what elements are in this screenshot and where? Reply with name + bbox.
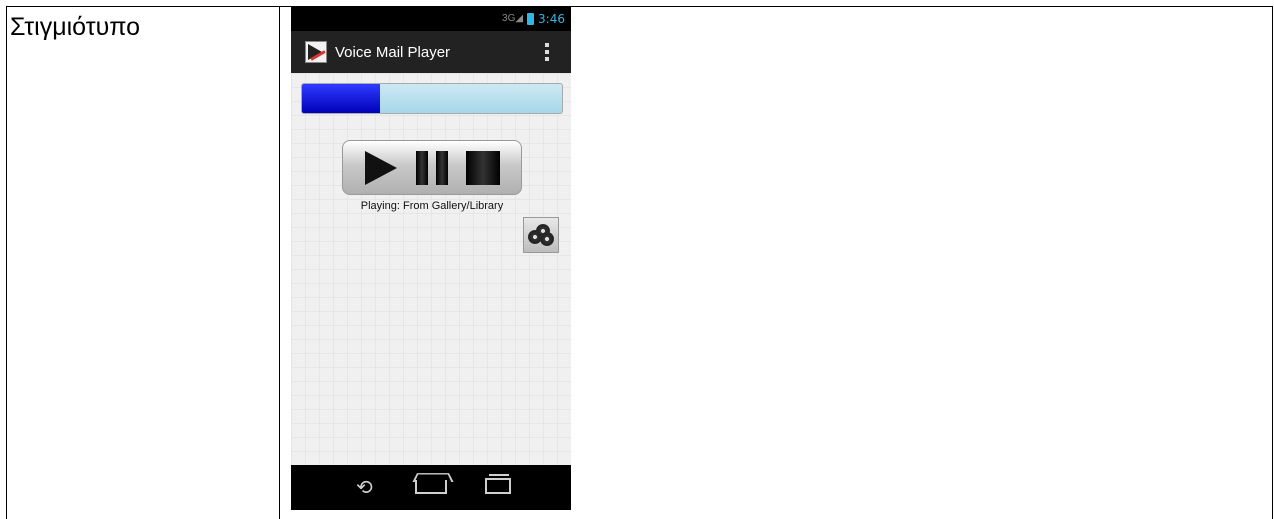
stop-button[interactable] xyxy=(464,149,502,187)
home-icon xyxy=(414,479,447,494)
pause-icon xyxy=(415,150,448,185)
home-button[interactable] xyxy=(411,478,451,498)
signal-3g-icon: 3G◢ xyxy=(502,13,524,24)
stop-icon xyxy=(466,150,501,185)
recent-apps-icon xyxy=(484,473,511,494)
pause-button[interactable] xyxy=(413,149,451,187)
player-content: Playing: From Gallery/Library xyxy=(291,73,571,465)
overflow-menu-icon[interactable] xyxy=(545,43,549,61)
film-reels-icon xyxy=(528,224,554,246)
playback-progress-bar[interactable] xyxy=(301,83,563,114)
gallery-button[interactable] xyxy=(523,217,559,253)
row-label: Στιγμιότυπο xyxy=(10,13,141,41)
navigation-bar: ⟲ xyxy=(291,465,571,510)
status-bar: 3G◢ 3:46 xyxy=(291,6,571,31)
recent-apps-button[interactable] xyxy=(478,473,518,498)
app-title: Voice Mail Player xyxy=(335,43,451,61)
document-table: Στιγμιότυπο xyxy=(6,6,1273,519)
phone-screenshot: 3G◢ 3:46 Voice Mail Player Playing: From… xyxy=(291,6,571,510)
playing-status-label: Playing: From Gallery/Library xyxy=(360,200,504,212)
playback-controls xyxy=(342,140,522,195)
status-time: 3:46 xyxy=(538,11,565,26)
battery-icon xyxy=(527,12,535,25)
voicemail-player-icon[interactable] xyxy=(305,41,327,63)
back-icon[interactable]: ⟲ xyxy=(344,478,384,498)
progress-fill xyxy=(302,84,380,113)
action-bar: Voice Mail Player xyxy=(291,31,571,73)
table-divider xyxy=(279,7,280,519)
play-icon xyxy=(364,150,397,185)
play-button[interactable] xyxy=(362,149,400,187)
